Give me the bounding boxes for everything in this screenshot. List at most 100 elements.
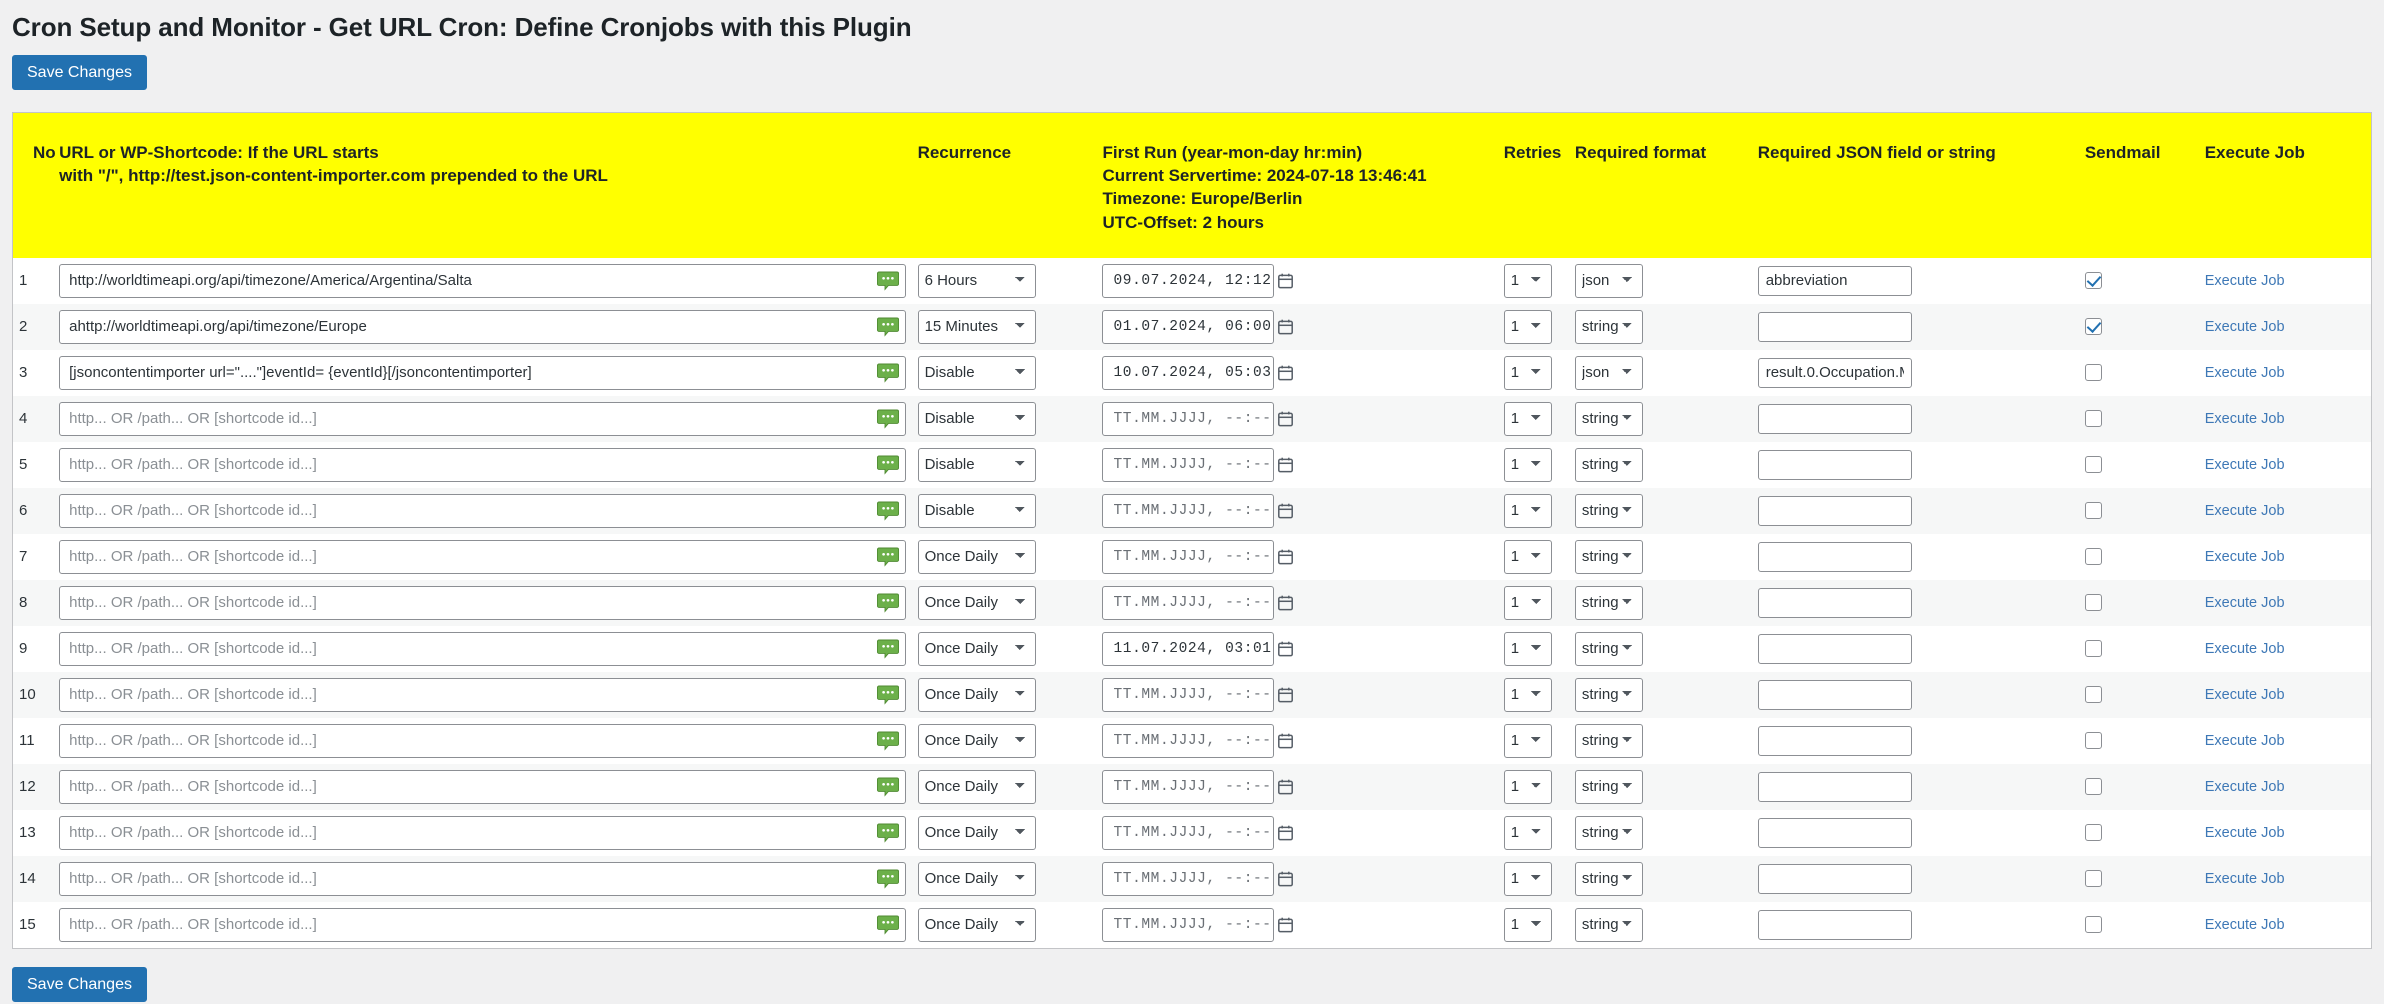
sendmail-checkbox[interactable] bbox=[2084, 824, 2102, 842]
required-json-field-input[interactable] bbox=[1757, 725, 1912, 756]
sendmail-checkbox[interactable] bbox=[2084, 916, 2102, 934]
required-format-select[interactable]: jsonstring bbox=[1574, 355, 1643, 390]
sendmail-checkbox[interactable] bbox=[2084, 548, 2102, 566]
execute-job-link[interactable]: Execute Job bbox=[2205, 917, 2285, 933]
sendmail-checkbox[interactable] bbox=[2084, 686, 2102, 704]
calendar-icon[interactable] bbox=[1277, 779, 1293, 795]
first-run-datetime-input[interactable]: TT.MM.JJJJ, --:-- bbox=[1102, 401, 1293, 436]
first-run-datetime-input[interactable]: TT.MM.JJJJ, --:-- bbox=[1102, 677, 1293, 712]
sendmail-checkbox[interactable] bbox=[2084, 778, 2102, 796]
retries-select[interactable]: 12345 bbox=[1503, 631, 1552, 666]
sendmail-checkbox[interactable] bbox=[2084, 364, 2102, 382]
retries-select[interactable]: 12345 bbox=[1503, 723, 1552, 758]
execute-job-link[interactable]: Execute Job bbox=[2205, 779, 2285, 795]
retries-select[interactable]: 12345 bbox=[1503, 677, 1552, 712]
first-run-datetime-input[interactable]: 11.07.2024, 03:01 bbox=[1102, 631, 1293, 666]
required-format-select[interactable]: jsonstring bbox=[1574, 861, 1643, 896]
first-run-datetime-input[interactable]: 01.07.2024, 06:00 bbox=[1102, 309, 1293, 344]
calendar-icon[interactable] bbox=[1277, 917, 1293, 933]
required-json-field-input[interactable] bbox=[1757, 817, 1912, 848]
first-run-datetime-input[interactable]: TT.MM.JJJJ, --:-- bbox=[1102, 861, 1293, 896]
recurrence-select[interactable]: Disable15 Minutes30 MinutesHourly6 Hours… bbox=[917, 585, 1036, 620]
calendar-icon[interactable] bbox=[1277, 273, 1293, 289]
calendar-icon[interactable] bbox=[1277, 365, 1293, 381]
calendar-icon[interactable] bbox=[1277, 733, 1293, 749]
sendmail-checkbox[interactable] bbox=[2084, 870, 2102, 888]
execute-job-link[interactable]: Execute Job bbox=[2205, 641, 2285, 657]
required-format-select[interactable]: jsonstring bbox=[1574, 401, 1643, 436]
execute-job-link[interactable]: Execute Job bbox=[2205, 273, 2285, 289]
required-json-field-input[interactable] bbox=[1757, 265, 1912, 296]
required-format-select[interactable]: jsonstring bbox=[1574, 815, 1643, 850]
comment-bubble-icon-button[interactable] bbox=[876, 731, 899, 751]
calendar-icon[interactable] bbox=[1277, 595, 1293, 611]
url-input[interactable] bbox=[59, 447, 906, 482]
execute-job-link[interactable]: Execute Job bbox=[2205, 549, 2285, 565]
execute-job-link[interactable]: Execute Job bbox=[2205, 871, 2285, 887]
comment-bubble-icon-button[interactable] bbox=[876, 455, 899, 475]
required-json-field-input[interactable] bbox=[1757, 633, 1912, 664]
execute-job-link[interactable]: Execute Job bbox=[2205, 457, 2285, 473]
execute-job-link[interactable]: Execute Job bbox=[2205, 411, 2285, 427]
comment-bubble-icon-button[interactable] bbox=[876, 547, 899, 567]
url-input[interactable] bbox=[59, 815, 906, 850]
required-format-select[interactable]: jsonstring bbox=[1574, 723, 1643, 758]
execute-job-link[interactable]: Execute Job bbox=[2205, 319, 2285, 335]
url-input[interactable] bbox=[59, 631, 906, 666]
comment-bubble-icon-button[interactable] bbox=[876, 823, 899, 843]
first-run-datetime-input[interactable]: TT.MM.JJJJ, --:-- bbox=[1102, 769, 1293, 804]
required-format-select[interactable]: jsonstring bbox=[1574, 493, 1643, 528]
retries-select[interactable]: 12345 bbox=[1503, 539, 1552, 574]
recurrence-select[interactable]: Disable15 Minutes30 MinutesHourly6 Hours… bbox=[917, 447, 1036, 482]
retries-select[interactable]: 12345 bbox=[1503, 447, 1552, 482]
sendmail-checkbox[interactable] bbox=[2084, 732, 2102, 750]
first-run-datetime-input[interactable]: TT.MM.JJJJ, --:-- bbox=[1102, 447, 1293, 482]
url-input[interactable] bbox=[59, 677, 906, 712]
execute-job-link[interactable]: Execute Job bbox=[2205, 733, 2285, 749]
required-json-field-input[interactable] bbox=[1757, 541, 1912, 572]
comment-bubble-icon-button[interactable] bbox=[876, 777, 899, 797]
url-input[interactable] bbox=[59, 907, 906, 942]
required-format-select[interactable]: jsonstring bbox=[1574, 907, 1643, 942]
recurrence-select[interactable]: Disable15 Minutes30 MinutesHourly6 Hours… bbox=[917, 815, 1036, 850]
required-format-select[interactable]: jsonstring bbox=[1574, 263, 1643, 298]
calendar-icon[interactable] bbox=[1277, 457, 1293, 473]
first-run-datetime-input[interactable]: TT.MM.JJJJ, --:-- bbox=[1102, 723, 1293, 758]
url-input[interactable] bbox=[59, 861, 906, 896]
recurrence-select[interactable]: Disable15 Minutes30 MinutesHourly6 Hours… bbox=[917, 769, 1036, 804]
comment-bubble-icon-button[interactable] bbox=[876, 271, 899, 291]
comment-bubble-icon-button[interactable] bbox=[876, 317, 899, 337]
required-format-select[interactable]: jsonstring bbox=[1574, 539, 1643, 574]
first-run-datetime-input[interactable]: 10.07.2024, 05:03 bbox=[1102, 355, 1293, 390]
execute-job-link[interactable]: Execute Job bbox=[2205, 595, 2285, 611]
comment-bubble-icon-button[interactable] bbox=[876, 869, 899, 889]
required-json-field-input[interactable] bbox=[1757, 587, 1912, 618]
execute-job-link[interactable]: Execute Job bbox=[2205, 825, 2285, 841]
recurrence-select[interactable]: Disable15 Minutes30 MinutesHourly6 Hours… bbox=[917, 355, 1036, 390]
required-json-field-input[interactable] bbox=[1757, 771, 1912, 802]
url-input[interactable] bbox=[59, 723, 906, 758]
retries-select[interactable]: 12345 bbox=[1503, 861, 1552, 896]
required-json-field-input[interactable] bbox=[1757, 403, 1912, 434]
retries-select[interactable]: 12345 bbox=[1503, 769, 1552, 804]
comment-bubble-icon-button[interactable] bbox=[876, 593, 899, 613]
retries-select[interactable]: 12345 bbox=[1503, 815, 1552, 850]
required-format-select[interactable]: jsonstring bbox=[1574, 677, 1643, 712]
recurrence-select[interactable]: Disable15 Minutes30 MinutesHourly6 Hours… bbox=[917, 263, 1036, 298]
calendar-icon[interactable] bbox=[1277, 687, 1293, 703]
calendar-icon[interactable] bbox=[1277, 319, 1293, 335]
required-json-field-input[interactable] bbox=[1757, 909, 1912, 940]
calendar-icon[interactable] bbox=[1277, 871, 1293, 887]
url-input[interactable] bbox=[59, 539, 906, 574]
retries-select[interactable]: 12345 bbox=[1503, 585, 1552, 620]
first-run-datetime-input[interactable]: TT.MM.JJJJ, --:-- bbox=[1102, 493, 1293, 528]
required-json-field-input[interactable] bbox=[1757, 311, 1912, 342]
retries-select[interactable]: 12345 bbox=[1503, 309, 1552, 344]
comment-bubble-icon-button[interactable] bbox=[876, 363, 899, 383]
required-json-field-input[interactable] bbox=[1757, 495, 1912, 526]
retries-select[interactable]: 12345 bbox=[1503, 401, 1552, 436]
execute-job-link[interactable]: Execute Job bbox=[2205, 503, 2285, 519]
url-input[interactable] bbox=[59, 401, 906, 436]
recurrence-select[interactable]: Disable15 Minutes30 MinutesHourly6 Hours… bbox=[917, 677, 1036, 712]
url-input[interactable] bbox=[59, 263, 906, 298]
